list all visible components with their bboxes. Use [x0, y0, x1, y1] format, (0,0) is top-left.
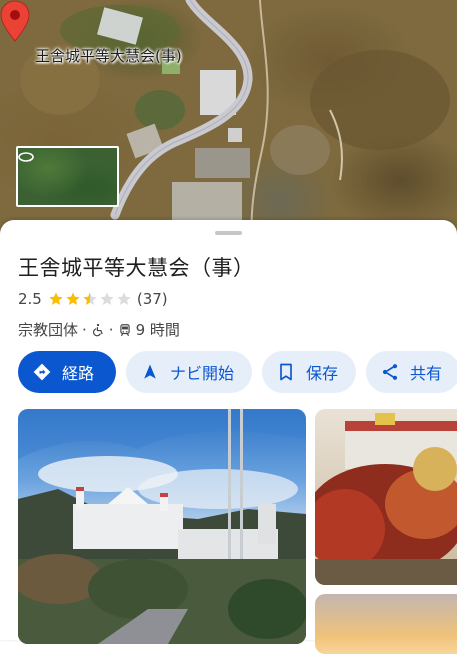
action-chips: 経路 ナビ開始 保存 共有: [18, 351, 457, 395]
directions-label: 経路: [62, 364, 95, 383]
star-full-icon: [49, 292, 63, 305]
save-label: 保存: [306, 364, 339, 383]
share-icon: [382, 364, 398, 380]
place-photo-main[interactable]: [18, 409, 306, 644]
street-view-360-icon: [18, 152, 34, 162]
separator: ·: [82, 320, 87, 339]
photo-autumn-tree-image: [315, 413, 457, 585]
bookmark-icon: [280, 363, 292, 381]
rating-row[interactable]: 2.5 (37): [18, 290, 168, 308]
save-button[interactable]: 保存: [262, 351, 357, 393]
map-place-label[interactable]: 王舎城平等大慧会(事): [35, 45, 182, 66]
place-photo-2[interactable]: [315, 409, 457, 585]
info-row: 宗教団体 · · 9 時間: [18, 319, 180, 340]
place-sheet[interactable]: 王舎城平等大慧会（事） 2.5 (37) 宗教団体 · · 9 時間 経路 ナビ…: [0, 220, 457, 654]
directions-icon: [33, 363, 51, 381]
rating-stars: [48, 291, 133, 307]
travel-time: 9 時間: [135, 321, 180, 339]
directions-button[interactable]: 経路: [18, 351, 116, 393]
drag-handle[interactable]: [215, 231, 242, 235]
navigation-arrow-icon: [144, 364, 156, 379]
photo-building-image: [18, 409, 306, 644]
rating-value: 2.5: [18, 290, 42, 308]
street-view-thumbnail[interactable]: [16, 146, 119, 207]
place-photo-3[interactable]: [315, 594, 457, 654]
review-count[interactable]: (37): [137, 290, 168, 308]
train-icon: [119, 323, 130, 336]
place-category: 宗教団体: [18, 321, 79, 339]
start-navigation-label: ナビ開始: [170, 364, 235, 383]
star-full-icon: [66, 292, 80, 305]
star-empty-icon: [117, 292, 131, 305]
wheelchair-icon: [92, 323, 103, 336]
share-label: 共有: [410, 364, 443, 383]
start-navigation-button[interactable]: ナビ開始: [126, 351, 253, 393]
map-pin-icon[interactable]: [0, 0, 30, 42]
share-button[interactable]: 共有: [366, 351, 457, 393]
place-title: 王舎城平等大慧会（事）: [18, 256, 255, 280]
star-half-icon: [83, 292, 97, 305]
star-empty-icon: [100, 292, 114, 305]
separator: ·: [108, 320, 114, 339]
map-view[interactable]: 王舎城平等大慧会(事): [0, 0, 457, 240]
